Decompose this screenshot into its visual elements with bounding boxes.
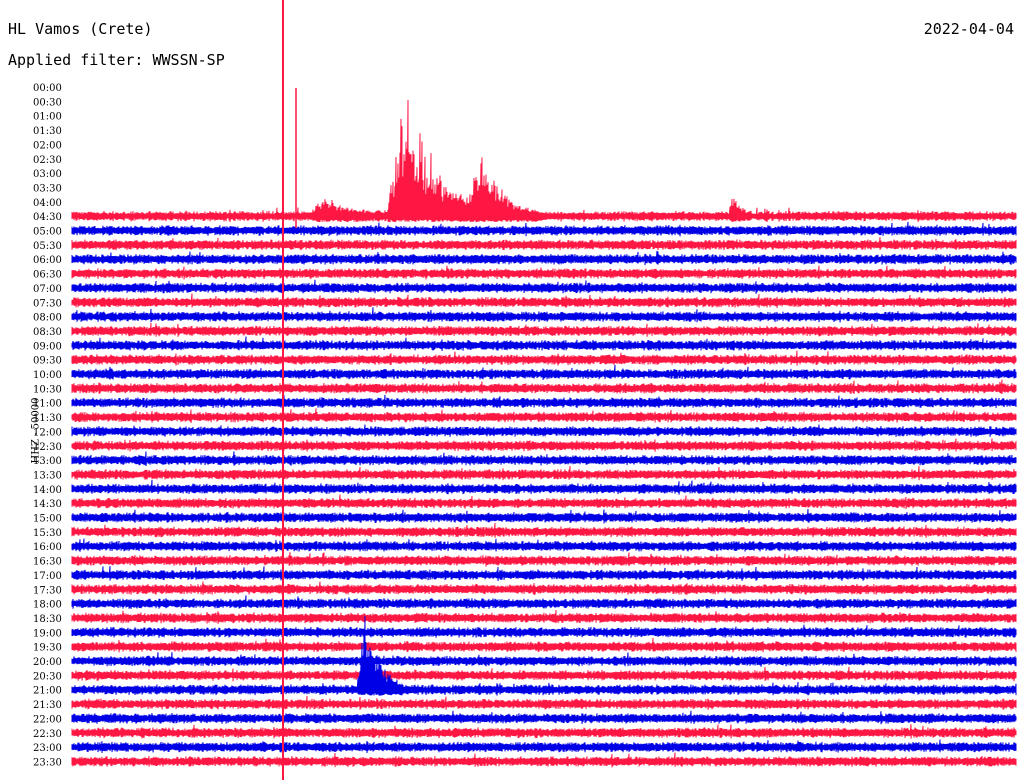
row-time-label: 14:00 [33, 485, 62, 496]
row-time-label: 01:30 [33, 126, 62, 137]
row-time-label: 10:00 [33, 370, 62, 381]
row-time-label: 03:00 [33, 169, 62, 180]
row-time-label: 19:00 [33, 628, 62, 639]
trace-row [71, 479, 1017, 495]
trace-row [71, 724, 1017, 739]
row-time-label: 07:00 [33, 284, 62, 295]
trace-row [71, 379, 1017, 394]
trace-row [71, 610, 1017, 624]
row-time-label: 08:30 [33, 327, 62, 338]
row-time-label: 00:30 [33, 97, 62, 108]
trace-row [71, 279, 1017, 294]
row-time-label: 20:00 [33, 657, 62, 668]
trace-row [71, 522, 1017, 538]
row-time-label: 04:30 [33, 212, 62, 223]
row-time-label: 18:00 [33, 600, 62, 611]
row-time-label: 02:30 [33, 155, 62, 166]
trace-row [71, 652, 1017, 667]
row-time-label: 16:00 [33, 542, 62, 553]
trace-row [71, 265, 1017, 280]
row-time-label: 04:00 [33, 198, 62, 209]
trace-row [71, 638, 1017, 653]
trace-row [71, 465, 1017, 481]
row-time-label: 19:30 [33, 643, 62, 654]
row-time-label: 21:30 [33, 700, 62, 711]
trace-row [71, 350, 1017, 366]
row-time-label: 17:00 [33, 571, 62, 582]
trace-row [71, 237, 1017, 251]
trace-row [71, 322, 1017, 337]
row-time-label: 09:00 [33, 341, 62, 352]
row-time-label: 23:00 [33, 743, 62, 754]
row-time-label: 22:30 [33, 729, 62, 740]
trace-row [71, 666, 1017, 682]
trace-row [71, 739, 1017, 754]
trace-row [71, 581, 1017, 596]
row-time-label: 18:30 [33, 614, 62, 625]
row-time-label: 03:30 [33, 183, 62, 194]
trace-row [71, 424, 1017, 437]
row-time-label: 11:30 [33, 413, 62, 424]
trace-row [71, 221, 1017, 237]
helicorder-chart: 00:00 00:30 01:00 01:30 02:00 02:30 03:00 03:30… [33, 0, 1017, 780]
row-time-label: 12:30 [33, 442, 62, 453]
row-time-label: 13:30 [33, 470, 62, 481]
row-time-label: 17:30 [33, 585, 62, 596]
row-time-label: 09:30 [33, 356, 62, 367]
trace-row [71, 624, 1017, 638]
trace-row [71, 710, 1017, 725]
trace-row [71, 394, 1017, 409]
trace-row [71, 451, 1017, 467]
trace-row [71, 538, 1017, 553]
trace-row [71, 752, 1017, 768]
trace-row [71, 408, 1017, 423]
row-time-label: 20:30 [33, 671, 62, 682]
row-time-label: 10:30 [33, 384, 62, 395]
row-time-label: 14:30 [33, 499, 62, 510]
trace-row [71, 293, 1017, 309]
trace-row [71, 336, 1017, 352]
row-time-label: 15:30 [33, 528, 62, 539]
trace-row [71, 615, 1017, 696]
row-time-label: 23:30 [33, 757, 62, 768]
row-time-label: 02:00 [33, 140, 62, 151]
row-time-label: 22:00 [33, 714, 62, 725]
trace-row [71, 508, 1017, 524]
row-time-label: 12:00 [33, 427, 62, 438]
row-time-label: 01:00 [33, 112, 62, 123]
row-time-label: 15:00 [33, 514, 62, 525]
trace-row [71, 552, 1017, 567]
row-time-label: 05:30 [33, 241, 62, 252]
row-time-label: 00:00 [33, 83, 62, 94]
row-time-label: 11:00 [33, 399, 62, 410]
row-time-label: 06:30 [33, 270, 62, 281]
row-time-label: 05:00 [33, 227, 62, 238]
trace-row [71, 438, 1017, 452]
trace-row [71, 595, 1017, 610]
trace-row [71, 695, 1017, 710]
trace-row [71, 307, 1017, 323]
trace-row [71, 99, 1017, 223]
trace-row [71, 364, 1017, 380]
row-time-label: 06:00 [33, 255, 62, 266]
row-time-label: 21:00 [33, 686, 62, 697]
row-time-label: 08:00 [33, 313, 62, 324]
row-time-label: 13:00 [33, 456, 62, 467]
trace-row [71, 566, 1017, 581]
trace-row [71, 494, 1017, 510]
trace-row [71, 250, 1017, 266]
row-time-label: 16:30 [33, 557, 62, 568]
row-time-label: 07:30 [33, 298, 62, 309]
